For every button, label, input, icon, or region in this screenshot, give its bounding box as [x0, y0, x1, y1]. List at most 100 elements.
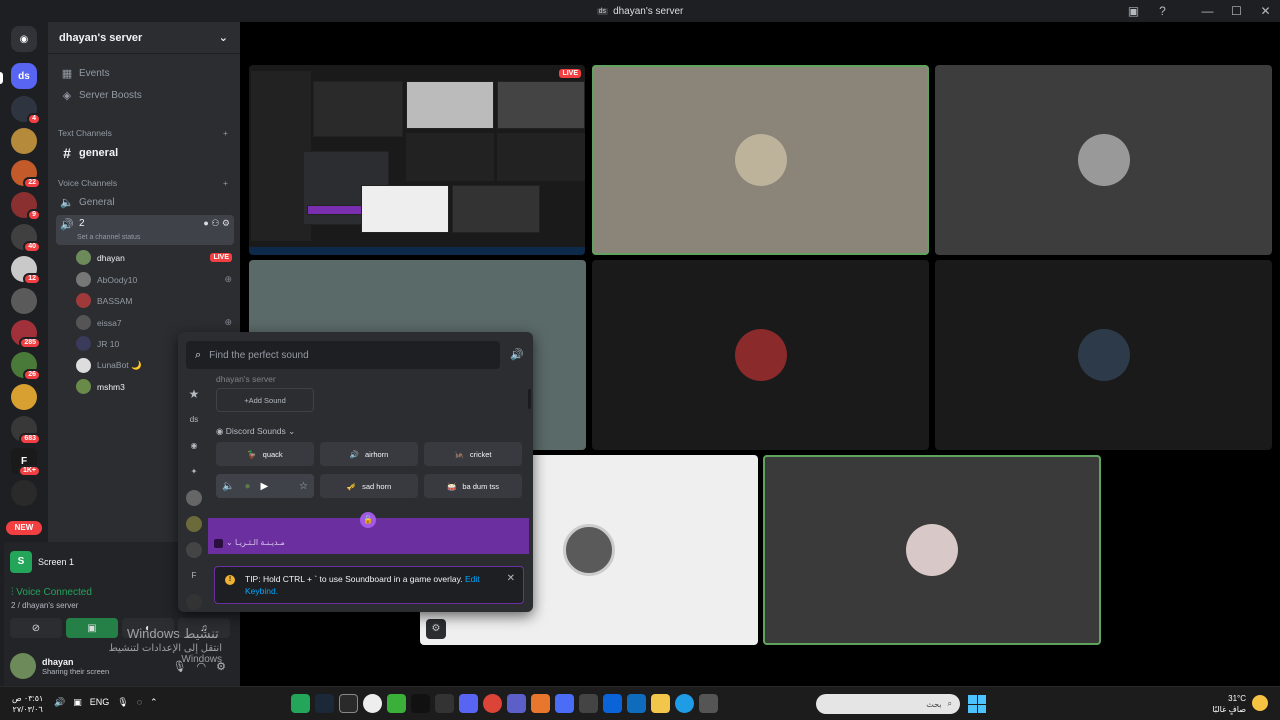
- server-header[interactable]: dhayan's server ⌄: [48, 22, 240, 54]
- guild-item[interactable]: 26: [11, 352, 41, 381]
- tile-settings-icon[interactable]: ⚙: [426, 619, 446, 639]
- app-icon[interactable]: [363, 694, 382, 713]
- stream-tile[interactable]: LIVE: [249, 65, 585, 255]
- windows-start-icon[interactable]: [968, 695, 986, 713]
- app-icon[interactable]: [435, 694, 454, 713]
- guild-item[interactable]: 4: [11, 96, 41, 125]
- guild-item[interactable]: [11, 384, 37, 410]
- chrome-icon[interactable]: [483, 694, 502, 713]
- mail-icon[interactable]: [603, 694, 622, 713]
- close-icon[interactable]: ✕: [507, 573, 515, 585]
- sound-search[interactable]: ⌕: [186, 341, 500, 369]
- rail-server[interactable]: ✦: [186, 464, 202, 480]
- participant-tile[interactable]: [935, 260, 1272, 450]
- edge-icon[interactable]: [675, 694, 694, 713]
- guild-item[interactable]: 9: [11, 192, 41, 221]
- screen-share-button[interactable]: ▣: [66, 618, 118, 638]
- guild-item[interactable]: 683: [11, 416, 41, 445]
- guild-item[interactable]: 12: [11, 256, 41, 285]
- language-indicator[interactable]: ENG: [90, 697, 110, 708]
- add-sound-button[interactable]: + Add Sound: [216, 388, 314, 412]
- participant-tile[interactable]: [763, 455, 1101, 645]
- sound-cricket[interactable]: 🦗 cricket: [424, 442, 522, 466]
- close-button[interactable]: ✕: [1251, 4, 1280, 18]
- app-icon[interactable]: [339, 694, 358, 713]
- guild-item[interactable]: F 1K+: [11, 448, 41, 477]
- rail-server[interactable]: [186, 594, 202, 610]
- sound-quack[interactable]: 🦆 quack: [216, 442, 314, 466]
- events-item[interactable]: ▦ Events: [56, 63, 234, 83]
- channel-status[interactable]: Set a channel status: [77, 234, 140, 241]
- voice-user[interactable]: dhayan LIVE: [76, 248, 232, 267]
- file-explorer-icon[interactable]: [651, 694, 670, 713]
- participant-tile[interactable]: [935, 65, 1272, 255]
- channel-general[interactable]: # general: [56, 143, 234, 163]
- app-icon[interactable]: [699, 694, 718, 713]
- voice-connected-title[interactable]: ⫶ Voice Connected: [11, 587, 92, 598]
- teams-icon[interactable]: [507, 694, 526, 713]
- discord-home-icon[interactable]: ◉: [11, 26, 37, 52]
- camera-off-button[interactable]: ⊘: [10, 618, 62, 638]
- sound-airhorn[interactable]: 🔊 airhorn: [320, 442, 418, 466]
- participant-tile[interactable]: [592, 260, 929, 450]
- maximize-button[interactable]: ☐: [1222, 4, 1251, 18]
- chevron-up-icon[interactable]: ⌃: [150, 697, 158, 708]
- guild-item[interactable]: [11, 128, 37, 154]
- app-icon[interactable]: [411, 694, 430, 713]
- rail-server[interactable]: [186, 490, 202, 506]
- voice-user[interactable]: BASSAM: [76, 291, 232, 310]
- play-icon[interactable]: ▶: [261, 481, 269, 492]
- voice-user[interactable]: AbOody10 ⊕: [76, 270, 232, 289]
- copilot-icon[interactable]: ◌: [137, 697, 142, 708]
- plus-icon[interactable]: +: [223, 128, 228, 138]
- clock[interactable]: ٠٣:٥١ ص ٢٧/٠٣/٠٦: [12, 693, 43, 715]
- weather-widget[interactable]: 31°C صافٍ غالبًا: [1212, 693, 1246, 715]
- guild-item[interactable]: [11, 288, 37, 314]
- section-server-sounds[interactable]: dhayan's server: [216, 374, 276, 384]
- steam-icon[interactable]: [315, 694, 334, 713]
- guild-item[interactable]: 22: [11, 160, 41, 189]
- guild-item[interactable]: 285: [11, 320, 41, 349]
- guild-item[interactable]: 40: [11, 224, 41, 253]
- speaker-icon[interactable]: 🔈: [222, 481, 234, 492]
- microphone-icon[interactable]: 🎙: [117, 697, 128, 708]
- app-icon[interactable]: [555, 694, 574, 713]
- participant-tile[interactable]: [592, 65, 929, 255]
- star-icon[interactable]: ★: [186, 386, 202, 402]
- channel-actions[interactable]: ● ⚇ ⚙: [203, 218, 230, 229]
- app-icon[interactable]: [387, 694, 406, 713]
- volume-icon[interactable]: 🔊: [54, 697, 65, 708]
- voice-connected-subtitle[interactable]: 2 / dhayan's server: [11, 601, 78, 610]
- favorite-star-icon[interactable]: ☆: [299, 481, 308, 492]
- sound-hovered[interactable]: 🔈 ● ▶ ☆: [216, 474, 314, 498]
- inbox-icon[interactable]: ▣: [1119, 4, 1148, 18]
- help-icon[interactable]: ?: [1148, 4, 1177, 18]
- store-icon[interactable]: [627, 694, 646, 713]
- rail-server[interactable]: [186, 542, 202, 558]
- voice-channel-general[interactable]: 🔈 General: [56, 192, 234, 212]
- guild-item[interactable]: ds: [11, 63, 37, 89]
- app-icon[interactable]: [291, 694, 310, 713]
- sound-sad-horn[interactable]: 🎺 sad horn: [320, 474, 418, 498]
- avatar[interactable]: [10, 653, 36, 679]
- plus-icon[interactable]: +: [223, 178, 228, 188]
- soundboard-scrollbar[interactable]: [528, 389, 531, 409]
- category-voice-channels[interactable]: Voice Channels +: [58, 178, 228, 188]
- guild-item[interactable]: [11, 480, 37, 506]
- volume-icon[interactable]: 🔊: [510, 348, 524, 361]
- server-boosts-item[interactable]: ◈ Server Boosts: [56, 85, 234, 105]
- app-icon[interactable]: [531, 694, 550, 713]
- sound-search-input[interactable]: [209, 349, 480, 361]
- rail-server[interactable]: F: [186, 568, 202, 584]
- discord-icon[interactable]: [459, 694, 478, 713]
- voice-user[interactable]: eissa7 ⊕: [76, 313, 232, 332]
- section-discord-sounds[interactable]: ◉ Discord Sounds ⌄: [216, 426, 295, 437]
- taskbar-search[interactable]: بحث ⌕: [816, 694, 960, 714]
- rail-server[interactable]: [186, 516, 202, 532]
- minimize-button[interactable]: —: [1193, 4, 1222, 18]
- sound-ba-dum-tss[interactable]: 🥁 ba dum tss: [424, 474, 522, 498]
- discord-icon[interactable]: ◉: [186, 438, 202, 454]
- category-text-channels[interactable]: Text Channels +: [58, 128, 228, 138]
- app-icon[interactable]: [579, 694, 598, 713]
- rail-server-ds[interactable]: ds: [186, 412, 202, 428]
